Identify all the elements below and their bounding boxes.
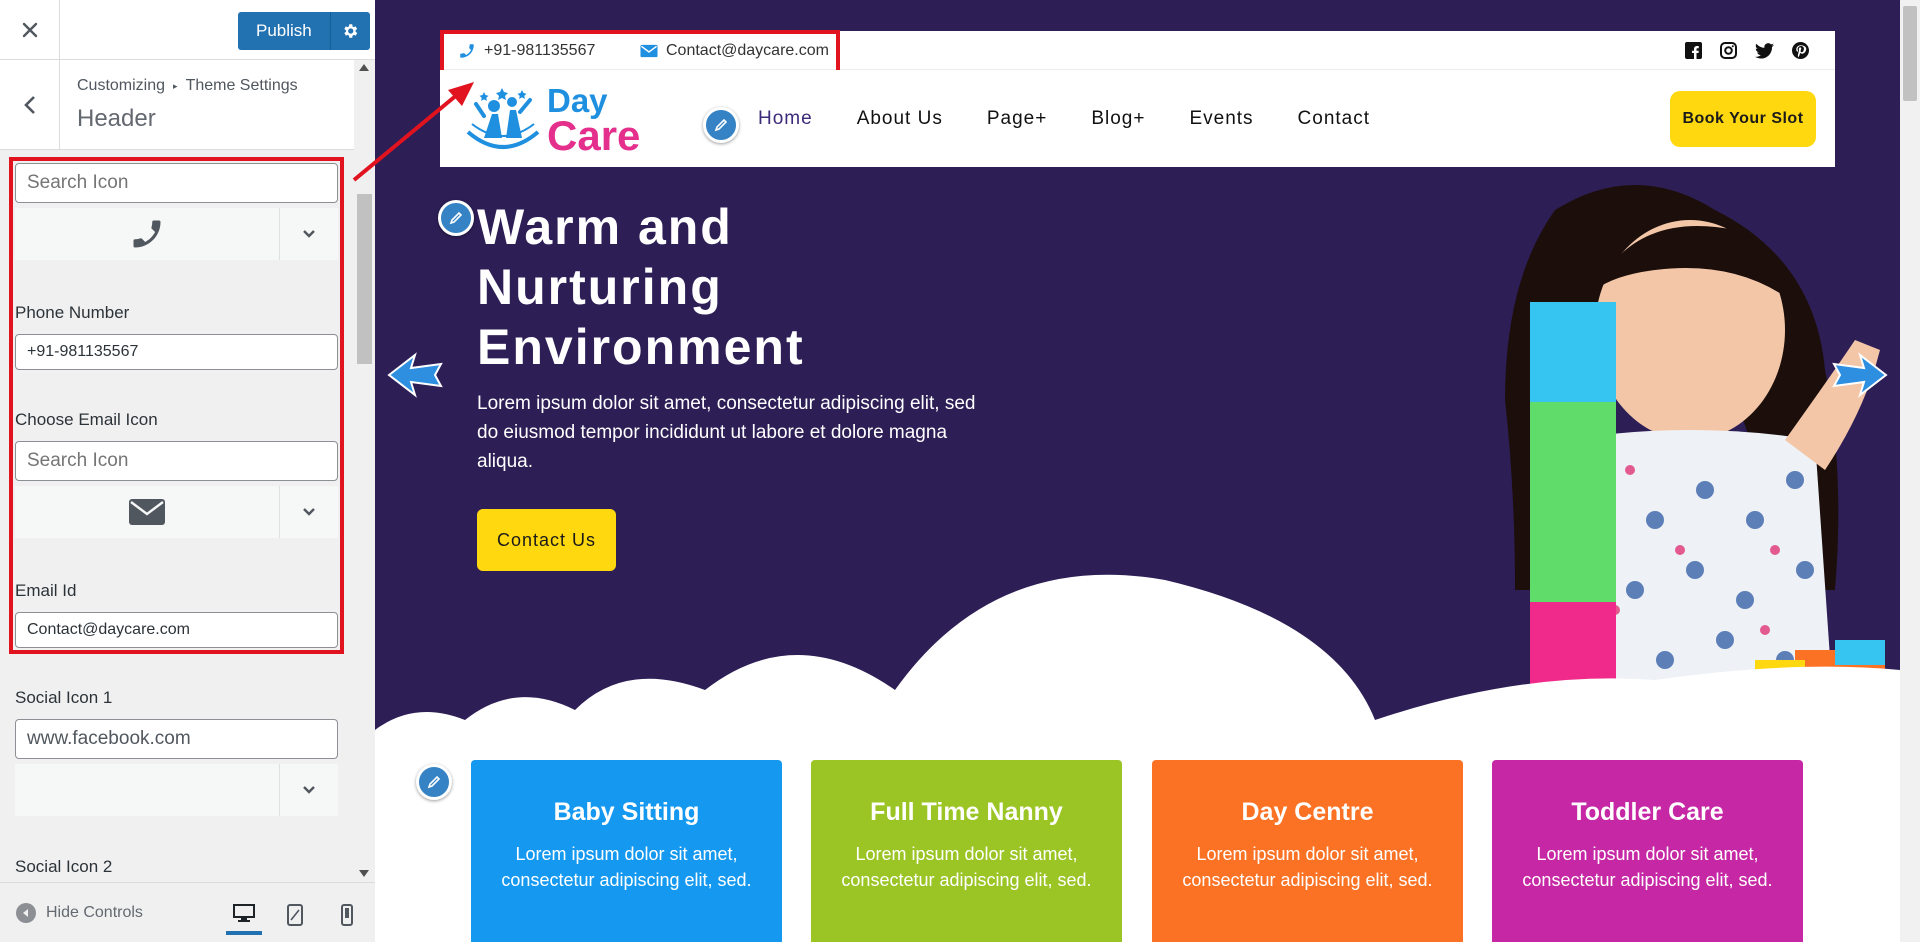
- tablet-icon: [287, 904, 303, 926]
- hero-title: Warm and Nurturing Environment: [477, 197, 997, 377]
- service-title: Day Centre: [1241, 798, 1374, 826]
- nav-item-events[interactable]: Events: [1189, 108, 1253, 130]
- breadcrumb: Customizing ▸ Theme Settings: [77, 77, 298, 95]
- mobile-icon: [341, 904, 353, 926]
- social-icons: [1685, 31, 1809, 70]
- hero-description: Lorem ipsum dolor sit amet, consectetur …: [477, 393, 976, 472]
- instagram-icon[interactable]: [1720, 42, 1737, 59]
- pencil-icon: [427, 775, 441, 789]
- section-header: Customizing ▸ Theme Settings Header: [0, 60, 354, 150]
- service-text: Lorem ipsum dolor sit amet, consectetur …: [841, 844, 1092, 890]
- customizer-sidebar: Publish Customizing ▸ Theme Settings Hea…: [0, 0, 375, 942]
- logo-emblem-icon: [466, 88, 540, 149]
- edit-shortcut-services-button[interactable]: [416, 764, 452, 800]
- nav-item-page[interactable]: Page+: [987, 108, 1047, 130]
- slider-next-arrow-icon[interactable]: [1830, 350, 1890, 400]
- publish-button[interactable]: Publish: [238, 12, 330, 50]
- pinterest-icon[interactable]: [1792, 42, 1809, 59]
- customizer-header: Publish: [0, 0, 375, 60]
- service-title: Toddler Care: [1571, 798, 1724, 826]
- service-text: Lorem ipsum dolor sit amet, consectetur …: [501, 844, 752, 890]
- twitter-icon[interactable]: [1755, 42, 1774, 59]
- edit-shortcut-hero-button[interactable]: [438, 200, 474, 236]
- hero-title-line: Warm and: [477, 199, 733, 255]
- scroll-thumb[interactable]: [357, 194, 372, 364]
- social-icon-1-dropdown-toggle[interactable]: [279, 764, 338, 816]
- gear-icon: [344, 24, 358, 38]
- breadcrumb-item: Customizing: [77, 77, 166, 94]
- nav-item-blog[interactable]: Blog+: [1091, 108, 1145, 130]
- window-scrollbar[interactable]: [1900, 0, 1920, 942]
- site-preview: +91-981135567 Contact@daycare.com Day Ca…: [375, 0, 1900, 942]
- service-card-day-centre[interactable]: Day Centre Lorem ipsum dolor sit amet, c…: [1152, 760, 1463, 942]
- customizer-footer: Hide Controls: [0, 882, 375, 942]
- hero-title-line: Nurturing: [477, 259, 723, 315]
- scroll-up-icon[interactable]: [359, 64, 369, 71]
- service-title: Baby Sitting: [553, 798, 700, 826]
- close-icon: [22, 22, 37, 37]
- window-scroll-thumb[interactable]: [1903, 6, 1917, 101]
- chevron-left-icon: [23, 96, 35, 114]
- slider-prev-arrow-icon[interactable]: [385, 350, 445, 400]
- chevron-down-icon: [303, 786, 315, 794]
- highlight-annotation-box: [9, 157, 344, 654]
- publish-group: Publish: [238, 12, 370, 50]
- logo-text-care: Care: [547, 112, 641, 159]
- site-logo[interactable]: Day Care: [462, 82, 652, 159]
- site-navbar: Day Care Home About Us Page+ Blog+ Event…: [440, 70, 1835, 167]
- nav-item-about-us[interactable]: About Us: [857, 108, 943, 130]
- service-card-toddler-care[interactable]: Toddler Care Lorem ipsum dolor sit amet,…: [1492, 760, 1803, 942]
- desktop-icon: [233, 904, 255, 922]
- pencil-icon: [714, 118, 728, 132]
- publish-settings-button[interactable]: [329, 12, 370, 50]
- service-text: Lorem ipsum dolor sit amet, consectetur …: [1522, 844, 1773, 890]
- pencil-icon: [449, 211, 463, 225]
- service-card-full-time-nanny[interactable]: Full Time Nanny Lorem ipsum dolor sit am…: [811, 760, 1122, 942]
- hide-controls-button[interactable]: Hide Controls: [16, 903, 143, 923]
- preview-tablet-button[interactable]: [277, 895, 313, 935]
- scroll-down-icon[interactable]: [359, 870, 369, 877]
- facebook-icon[interactable]: [1685, 42, 1702, 59]
- service-title: Full Time Nanny: [870, 798, 1063, 826]
- social-icon-1-preview: [15, 764, 279, 816]
- controls-scrollbar[interactable]: [354, 60, 375, 882]
- service-card-baby-sitting[interactable]: Baby Sitting Lorem ipsum dolor sit amet,…: [471, 760, 782, 942]
- preview-mobile-button[interactable]: [329, 895, 365, 935]
- book-your-slot-button[interactable]: Book Your Slot: [1670, 91, 1816, 147]
- preview-desktop-button[interactable]: [226, 895, 262, 935]
- close-customizer-button[interactable]: [0, 0, 60, 59]
- collapse-icon: [16, 903, 36, 923]
- service-text: Lorem ipsum dolor sit amet, consectetur …: [1182, 844, 1433, 890]
- back-button[interactable]: [0, 60, 60, 150]
- main-nav: Home About Us Page+ Blog+ Events Contact: [758, 70, 1414, 167]
- edit-shortcut-nav-button[interactable]: [703, 107, 739, 143]
- social-icon-1-label: Social Icon 1: [15, 688, 113, 707]
- nav-item-home[interactable]: Home: [758, 108, 813, 130]
- breadcrumb-separator-icon: ▸: [173, 80, 178, 91]
- social-icon-2-label: Social Icon 2: [15, 857, 113, 876]
- breadcrumb-item: Theme Settings: [185, 77, 298, 94]
- section-title: Header: [77, 105, 156, 132]
- social-icon-1-input[interactable]: [15, 719, 338, 759]
- hero-title-line: Environment: [477, 319, 805, 375]
- nav-item-contact[interactable]: Contact: [1298, 108, 1370, 130]
- social-icon-1-picker[interactable]: [15, 764, 338, 816]
- hide-controls-label: Hide Controls: [46, 904, 143, 921]
